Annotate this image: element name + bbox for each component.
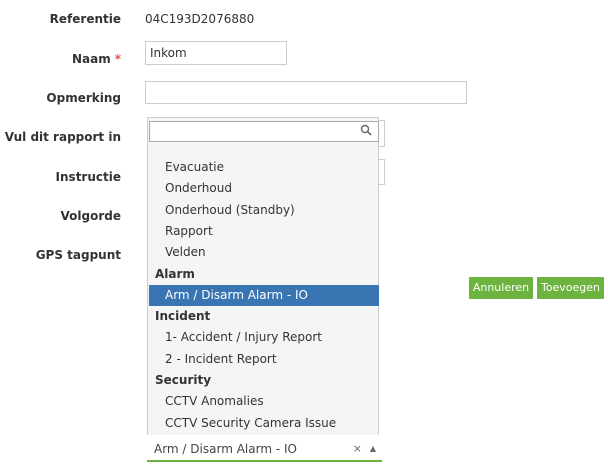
rapport-label: Vul dit rapport in [4,130,121,144]
naam-input[interactable]: Inkom [145,41,287,65]
dropdown-group-label: Alarm [155,266,195,281]
dropdown-option[interactable]: CCTV Anomalies [149,391,379,412]
dropdown-option[interactable]: Evacuatie [149,157,379,178]
required-mark: * [114,52,121,66]
clear-icon[interactable]: × [353,437,362,461]
cancel-button[interactable]: Annuleren [469,277,533,299]
naam-label-text: Naam [71,52,111,66]
dropdown-option[interactable]: CCTV Security Camera Issue [149,413,379,434]
referentie-value: 04C193D2076880 [145,12,255,26]
search-icon [360,124,372,136]
opmerking-input[interactable] [145,81,467,104]
dropdown-group-label: Incident [155,309,211,324]
dropdown-option[interactable]: Arm / Disarm Alarm - IO [149,284,379,306]
referentie-label: Referentie [49,12,121,26]
dropdown-option[interactable]: Onderhoud (Standby) [149,200,379,221]
instructie-label: Instructie [55,170,121,184]
dropdown-option[interactable]: Onderhoud [149,178,379,199]
gps-tagpunt-label: GPS tagpunt [35,248,121,262]
volgorde-label: Volgorde [60,209,121,223]
dropdown-option[interactable]: Velden [149,242,379,263]
report-dropdown: Evacuatie Onderhoud Onderhoud (Standby) Rap… [147,117,379,435]
dropdown-option[interactable]: Rapport [149,221,379,242]
dropdown-group-label: Security [155,373,212,387]
rapport-select-edge[interactable] [378,120,385,147]
opmerking-label: Opmerking [46,91,121,105]
instructie-input-edge[interactable] [378,159,385,185]
chevron-up-icon[interactable]: ▲ [370,437,376,461]
dropdown-option[interactable]: 1- Accident / Injury Report [149,327,379,348]
report-select[interactable]: Arm / Disarm Alarm - IO × ▲ [147,437,382,462]
dropdown-option[interactable]: 2 - Incident Report [149,349,379,370]
add-button[interactable]: Toevoegen [537,277,604,299]
naam-label: Naam * [0,52,121,66]
selected-value: Arm / Disarm Alarm - IO [154,442,297,456]
dropdown-search-input[interactable] [149,121,379,142]
